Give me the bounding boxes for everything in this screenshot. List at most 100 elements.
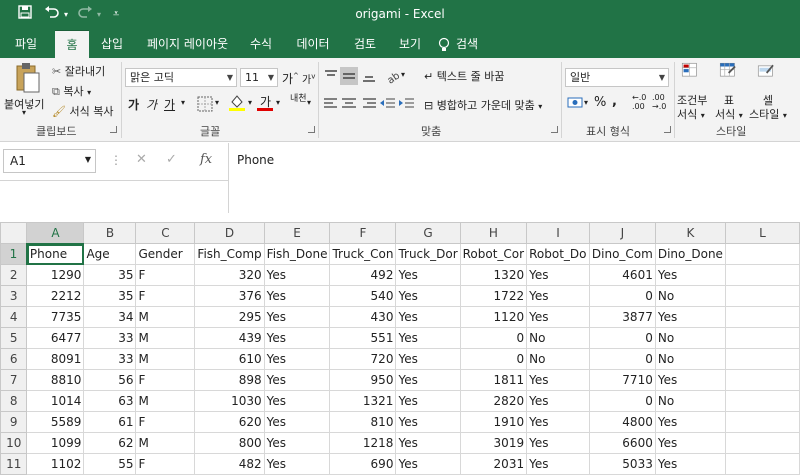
cell-i11[interactable]: Yes bbox=[526, 453, 590, 475]
cell-h7[interactable]: 1811 bbox=[459, 369, 528, 391]
cell-c2[interactable]: F bbox=[135, 264, 196, 286]
cell-l9[interactable] bbox=[724, 411, 800, 433]
cell-g10[interactable]: Yes bbox=[395, 432, 461, 454]
tab-home[interactable]: 홈 bbox=[55, 30, 89, 58]
comma-style-icon[interactable]: , bbox=[612, 94, 617, 109]
row-header[interactable]: 7 bbox=[0, 369, 28, 391]
cell-k2[interactable]: Yes bbox=[654, 264, 726, 286]
column-header-b[interactable]: B bbox=[83, 222, 137, 244]
align-center-icon[interactable] bbox=[340, 94, 358, 112]
cell-k8[interactable]: No bbox=[654, 390, 726, 412]
tab-review[interactable]: 검토 bbox=[346, 30, 384, 58]
column-header-l[interactable]: L bbox=[724, 222, 800, 244]
increase-indent-icon[interactable] bbox=[398, 94, 416, 112]
cell-j3[interactable]: 0 bbox=[588, 285, 656, 307]
row-header[interactable]: 8 bbox=[0, 390, 28, 412]
cell-d6[interactable]: 610 bbox=[194, 348, 265, 370]
cell-d2[interactable]: 320 bbox=[194, 264, 265, 286]
cell-styles-button[interactable]: 셀 스타일 ▾ bbox=[749, 94, 787, 123]
number-format-select[interactable]: 일반 ▼ bbox=[565, 68, 669, 87]
insert-function-icon[interactable]: fx bbox=[200, 152, 212, 167]
cell-f4[interactable]: 430 bbox=[329, 306, 397, 328]
format-as-table-icon[interactable] bbox=[719, 62, 747, 90]
tab-view[interactable]: 보기 bbox=[392, 30, 428, 58]
tab-search[interactable]: 검색 bbox=[436, 30, 484, 58]
cell-styles-icon[interactable] bbox=[757, 62, 785, 90]
font-name-select[interactable]: 맑은 고딕 ▼ bbox=[125, 68, 237, 87]
cell-b1[interactable]: Age bbox=[83, 243, 137, 265]
tab-data[interactable]: 데이터 bbox=[290, 30, 336, 58]
cell-d9[interactable]: 620 bbox=[194, 411, 265, 433]
cell-d8[interactable]: 1030 bbox=[194, 390, 265, 412]
cell-e3[interactable]: Yes bbox=[263, 285, 331, 307]
cell-j5[interactable]: 0 bbox=[588, 327, 656, 349]
cell-l1[interactable] bbox=[724, 243, 800, 265]
cell-l10[interactable] bbox=[724, 432, 800, 454]
cell-i8[interactable]: Yes bbox=[526, 390, 590, 412]
cell-j11[interactable]: 5033 bbox=[588, 453, 656, 475]
cell-j2[interactable]: 4601 bbox=[588, 264, 656, 286]
cell-l6[interactable] bbox=[724, 348, 800, 370]
cell-i3[interactable]: Yes bbox=[526, 285, 590, 307]
align-left-icon[interactable] bbox=[322, 94, 340, 112]
cell-g2[interactable]: Yes bbox=[395, 264, 461, 286]
bold-button[interactable]: 가 bbox=[128, 96, 139, 113]
tab-insert[interactable]: 삽입 bbox=[93, 30, 131, 58]
column-header-i[interactable]: I bbox=[526, 222, 590, 244]
underline-dropdown-icon[interactable]: ▾ bbox=[181, 98, 185, 107]
cell-a2[interactable]: 1290 bbox=[26, 264, 85, 286]
cell-i5[interactable]: No bbox=[526, 327, 590, 349]
cell-b11[interactable]: 55 bbox=[83, 453, 137, 475]
cell-l5[interactable] bbox=[724, 327, 800, 349]
cell-g4[interactable]: Yes bbox=[395, 306, 461, 328]
cell-b10[interactable]: 62 bbox=[83, 432, 137, 454]
font-color-icon[interactable]: 가 bbox=[256, 93, 274, 111]
borders-icon[interactable] bbox=[196, 95, 214, 113]
cell-d11[interactable]: 482 bbox=[194, 453, 265, 475]
merge-center-button[interactable]: ⊟ 병합하고 가운데 맞춤 ▾ bbox=[424, 97, 542, 113]
row-header[interactable]: 3 bbox=[0, 285, 28, 307]
column-header-k[interactable]: K bbox=[654, 222, 726, 244]
cell-g5[interactable]: Yes bbox=[395, 327, 461, 349]
cell-k5[interactable]: No bbox=[654, 327, 726, 349]
fill-color-dropdown-icon[interactable]: ▾ bbox=[248, 98, 252, 107]
align-bottom-icon[interactable] bbox=[360, 67, 378, 85]
cell-g8[interactable]: Yes bbox=[395, 390, 461, 412]
increase-decimal-icon[interactable]: ←.0.00 bbox=[632, 93, 646, 111]
cell-j4[interactable]: 3877 bbox=[588, 306, 656, 328]
cell-g11[interactable]: Yes bbox=[395, 453, 461, 475]
cell-h5[interactable]: 0 bbox=[459, 327, 528, 349]
cell-h10[interactable]: 3019 bbox=[459, 432, 528, 454]
cell-l8[interactable] bbox=[724, 390, 800, 412]
format-as-table-button[interactable]: 표 서식 ▾ bbox=[715, 94, 743, 123]
cell-f9[interactable]: 810 bbox=[329, 411, 397, 433]
cell-g1[interactable]: Truck_Dor bbox=[395, 243, 461, 265]
cell-c8[interactable]: M bbox=[135, 390, 196, 412]
cell-b4[interactable]: 34 bbox=[83, 306, 137, 328]
cell-h9[interactable]: 1910 bbox=[459, 411, 528, 433]
cell-f8[interactable]: 1321 bbox=[329, 390, 397, 412]
cell-h2[interactable]: 1320 bbox=[459, 264, 528, 286]
cell-f3[interactable]: 540 bbox=[329, 285, 397, 307]
phonetic-button[interactable]: 내천 bbox=[290, 95, 307, 104]
tab-page-layout[interactable]: 페이지 레이아웃 bbox=[140, 30, 235, 58]
font-launcher-icon[interactable] bbox=[308, 126, 315, 133]
cell-g7[interactable]: Yes bbox=[395, 369, 461, 391]
cell-a8[interactable]: 1014 bbox=[26, 390, 85, 412]
italic-button[interactable]: 가 bbox=[146, 96, 157, 113]
column-header-f[interactable]: F bbox=[329, 222, 397, 244]
cell-b3[interactable]: 35 bbox=[83, 285, 137, 307]
cell-f2[interactable]: 492 bbox=[329, 264, 397, 286]
cell-e9[interactable]: Yes bbox=[263, 411, 331, 433]
cell-l4[interactable] bbox=[724, 306, 800, 328]
cell-b2[interactable]: 35 bbox=[83, 264, 137, 286]
cell-g6[interactable]: Yes bbox=[395, 348, 461, 370]
alignment-launcher-icon[interactable] bbox=[551, 126, 558, 133]
column-header-d[interactable]: D bbox=[194, 222, 265, 244]
row-header[interactable]: 1 bbox=[0, 243, 28, 265]
column-header-a[interactable]: A bbox=[26, 222, 85, 245]
cell-e1[interactable]: Fish_Done bbox=[263, 243, 331, 265]
row-header[interactable]: 10 bbox=[0, 432, 28, 454]
cell-c4[interactable]: M bbox=[135, 306, 196, 328]
orientation-icon[interactable]: ab bbox=[384, 67, 403, 86]
